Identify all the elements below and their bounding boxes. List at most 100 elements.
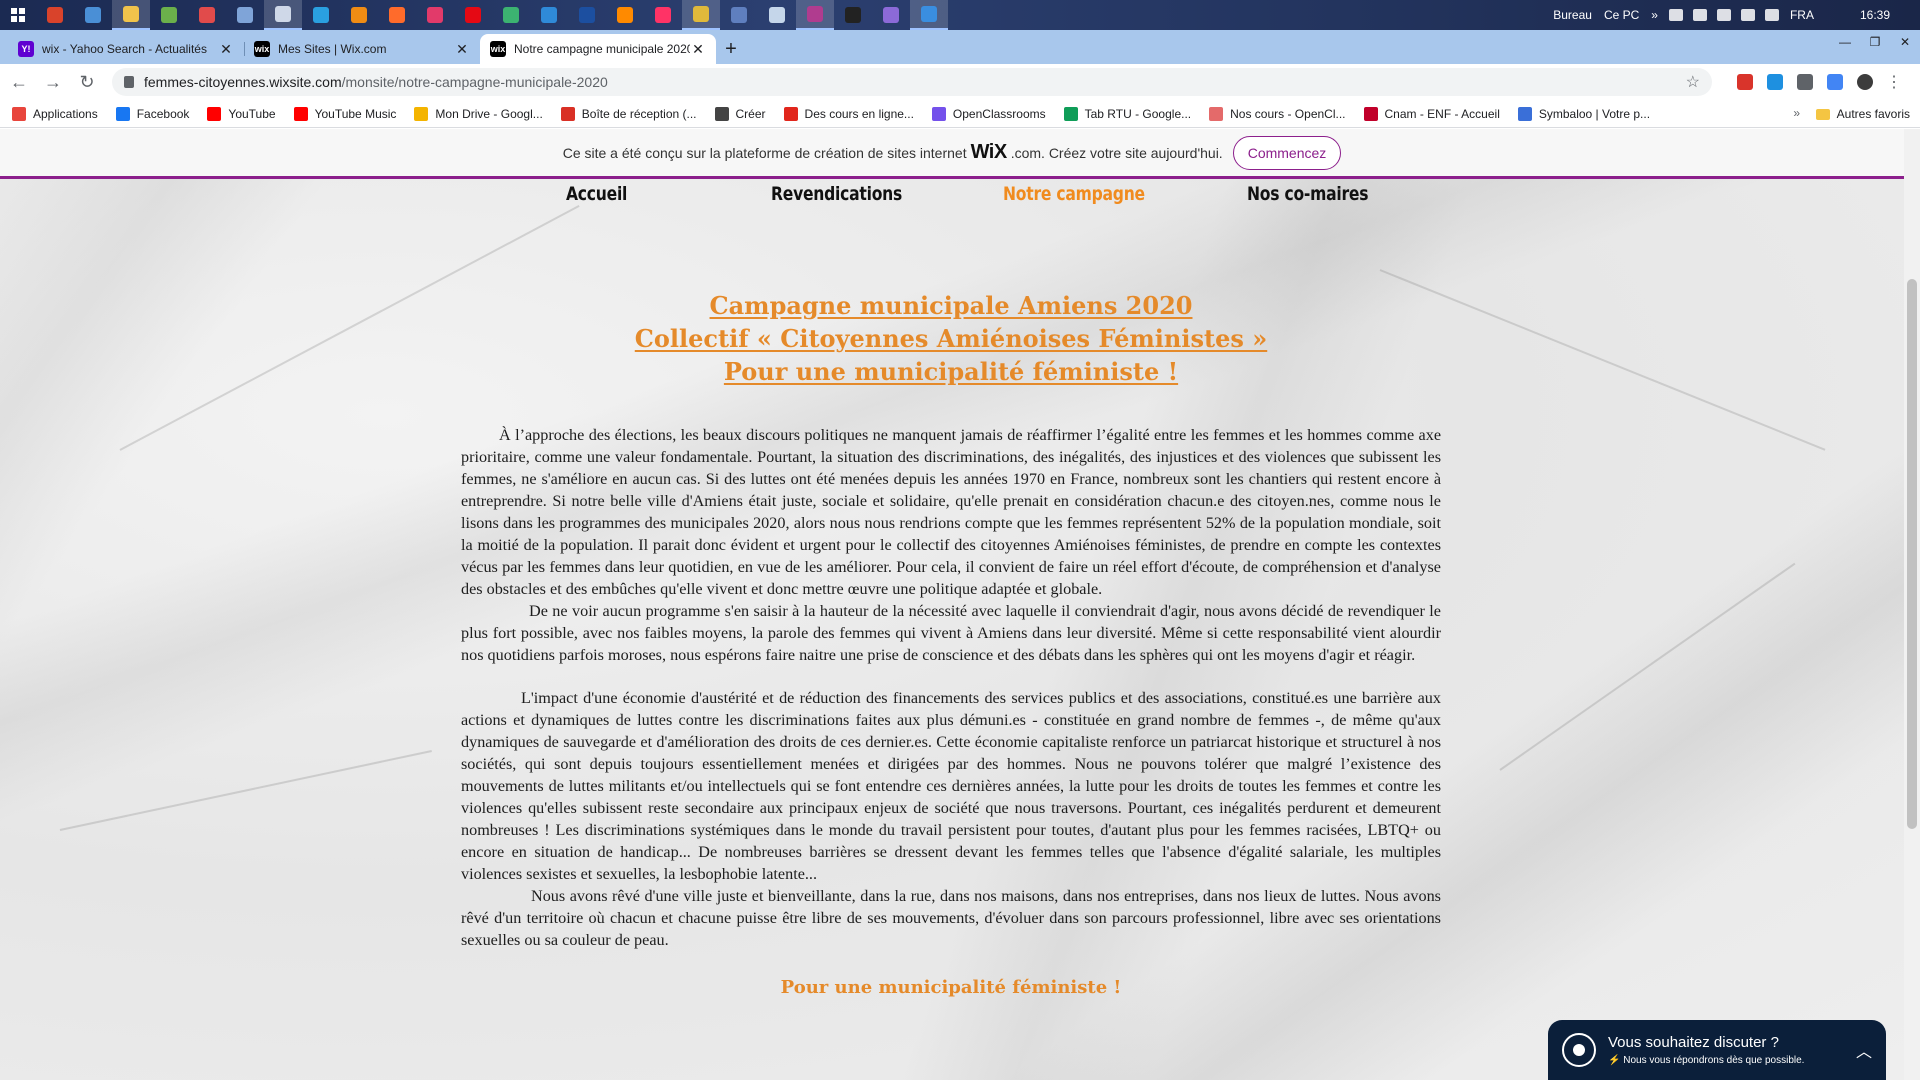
- bookmark-item[interactable]: Boîte de réception (...: [560, 106, 697, 121]
- network-icon[interactable]: [1716, 9, 1731, 21]
- back-arrow-icon[interactable]: ←: [4, 67, 34, 97]
- start-button[interactable]: [0, 0, 36, 30]
- taskbar-app[interactable]: [492, 0, 530, 30]
- bookmark-star-icon[interactable]: ☆: [1686, 72, 1700, 92]
- start-cta-button[interactable]: Commencez: [1232, 135, 1342, 170]
- taskbar-app[interactable]: [74, 0, 112, 30]
- extension-icon[interactable]: [1797, 74, 1813, 90]
- bookmark-item[interactable]: Applications: [12, 106, 98, 121]
- google-drive-icon: [1063, 106, 1078, 121]
- bookmark-item[interactable]: YouTube Music: [293, 106, 396, 121]
- windows-taskbar: Bureau Ce PC » FRA 16:39: [0, 0, 1920, 30]
- taskbar-app[interactable]: [530, 0, 568, 30]
- bookmark-label: Mon Drive - Googl...: [435, 106, 543, 121]
- taskbar-app[interactable]: [340, 0, 378, 30]
- wifi-icon[interactable]: [1764, 9, 1779, 21]
- bookmark-label: YouTube: [228, 106, 276, 121]
- nav-notre-campagne[interactable]: Notre campagne: [1003, 183, 1145, 205]
- taskbar-app[interactable]: [226, 0, 264, 30]
- extension-icon[interactable]: [1737, 74, 1753, 90]
- taskbar-app[interactable]: [682, 0, 720, 30]
- google-drive-icon: [414, 106, 429, 121]
- close-tab-icon[interactable]: ✕: [218, 41, 234, 58]
- taskbar-app[interactable]: [834, 0, 872, 30]
- taskbar-app[interactable]: [302, 0, 340, 30]
- reload-icon[interactable]: ↻: [72, 67, 102, 97]
- taskbar-app[interactable]: [416, 0, 454, 30]
- campaign-article: Campagne municipale Amiens 2020 Collecti…: [461, 289, 1441, 998]
- chat-widget[interactable]: Vous souhaitez discuter ? ⚡ Nous vous ré…: [1548, 1020, 1886, 1080]
- tab-wix-sites[interactable]: wix Mes Sites | Wix.com ✕: [244, 34, 480, 64]
- volume-icon[interactable]: [1740, 9, 1755, 21]
- wix-logo[interactable]: WiX: [971, 141, 1008, 164]
- new-tab-button[interactable]: +: [716, 34, 746, 64]
- article-heading-line-1: Campagne municipale Amiens 2020: [709, 291, 1193, 320]
- chat-text: Vous souhaitez discuter ? ⚡ Nous vous ré…: [1608, 1034, 1804, 1066]
- app-icon-4: [161, 7, 177, 23]
- taskbar-app[interactable]: [872, 0, 910, 30]
- bookmark-item[interactable]: Mon Drive - Googl...: [414, 106, 543, 121]
- taskbar-app[interactable]: [150, 0, 188, 30]
- app-icon-23: [883, 7, 899, 23]
- bookmark-item[interactable]: Tab RTU - Google...: [1063, 106, 1191, 121]
- nav-accueil[interactable]: Accueil: [566, 183, 627, 205]
- taskbar-app[interactable]: [796, 0, 834, 30]
- youtube-icon: [207, 106, 222, 121]
- language-indicator[interactable]: FRA: [1790, 8, 1814, 22]
- folder-icon: [1815, 108, 1830, 120]
- taskbar-app[interactable]: [112, 0, 150, 30]
- this-pc-label[interactable]: Ce PC: [1604, 8, 1639, 22]
- user-avatar-icon: [1562, 1033, 1596, 1067]
- taskbar-app[interactable]: [606, 0, 644, 30]
- page-scrollbar[interactable]: [1904, 129, 1920, 1080]
- nav-nos-co-maires[interactable]: Nos co-maires: [1247, 183, 1369, 205]
- bookmark-item[interactable]: Symbaloo | Votre p...: [1517, 106, 1650, 121]
- keyboard-icon[interactable]: [1668, 9, 1683, 21]
- other-bookmarks-folder[interactable]: Autres favoris: [1815, 107, 1910, 121]
- bookmark-item[interactable]: Cnam - ENF - Accueil: [1363, 106, 1500, 121]
- extension-icon[interactable]: [1827, 74, 1843, 90]
- bookmark-item[interactable]: OpenClassrooms: [931, 106, 1046, 121]
- extension-icon[interactable]: [1767, 74, 1783, 90]
- closing-slogan: Pour une municipalité féministe !: [780, 977, 1122, 998]
- desktop-toolbar-label[interactable]: Bureau: [1553, 8, 1592, 22]
- chrome-menu-icon[interactable]: ⋮: [1886, 72, 1902, 92]
- symbaloo-icon: [1517, 106, 1532, 121]
- taskbar-app[interactable]: [644, 0, 682, 30]
- lock-icon[interactable]: [124, 76, 134, 88]
- taskbar-app[interactable]: [264, 0, 302, 30]
- taskbar-app[interactable]: [568, 0, 606, 30]
- taskbar-app[interactable]: [758, 0, 796, 30]
- bookmark-item[interactable]: Facebook: [115, 106, 189, 121]
- more-bookmarks-icon[interactable]: »: [1793, 106, 1800, 120]
- bookmark-item[interactable]: Créer: [714, 106, 766, 121]
- close-tab-icon[interactable]: ✕: [454, 41, 470, 58]
- taskbar-app[interactable]: [720, 0, 758, 30]
- wix-banner-text-end: .com. Créez votre site aujourd'hui.: [1010, 144, 1223, 161]
- site-navigation: Accueil Revendications Notre campagne No…: [0, 181, 1904, 217]
- bookmark-item[interactable]: YouTube: [207, 106, 276, 121]
- bookmark-item[interactable]: Des cours en ligne...: [783, 106, 914, 121]
- app-icon-5: [199, 7, 215, 23]
- close-tab-icon[interactable]: ✕: [690, 41, 706, 58]
- nav-revendications[interactable]: Revendications: [771, 183, 902, 205]
- bookmark-item[interactable]: Nos cours - OpenCl...: [1209, 106, 1346, 121]
- taskbar-app[interactable]: [910, 0, 948, 30]
- taskbar-app[interactable]: [378, 0, 416, 30]
- tab-notre-campagne[interactable]: wix Notre campagne municipale 2020 ✕: [480, 34, 716, 64]
- minimize-icon[interactable]: —: [1830, 30, 1860, 54]
- forward-arrow-icon[interactable]: →: [38, 67, 68, 97]
- restore-icon[interactable]: ❐: [1860, 30, 1890, 54]
- tab-yahoo[interactable]: Y! wix - Yahoo Search - Actualités ✕: [8, 34, 244, 64]
- profile-avatar[interactable]: [1857, 74, 1873, 90]
- clock[interactable]: 16:39: [1860, 8, 1890, 22]
- chevron-up-icon[interactable]: ︿: [1856, 1038, 1872, 1062]
- close-window-icon[interactable]: ✕: [1890, 30, 1920, 54]
- taskbar-app[interactable]: [188, 0, 226, 30]
- scrollbar-thumb[interactable]: [1907, 279, 1917, 829]
- onedrive-icon[interactable]: [1692, 9, 1707, 21]
- address-bar[interactable]: femmes-citoyennes.wixsite.com/monsite/no…: [112, 68, 1712, 96]
- taskbar-app[interactable]: [36, 0, 74, 30]
- tray-overflow-icon[interactable]: »: [1651, 8, 1658, 22]
- taskbar-app[interactable]: [454, 0, 492, 30]
